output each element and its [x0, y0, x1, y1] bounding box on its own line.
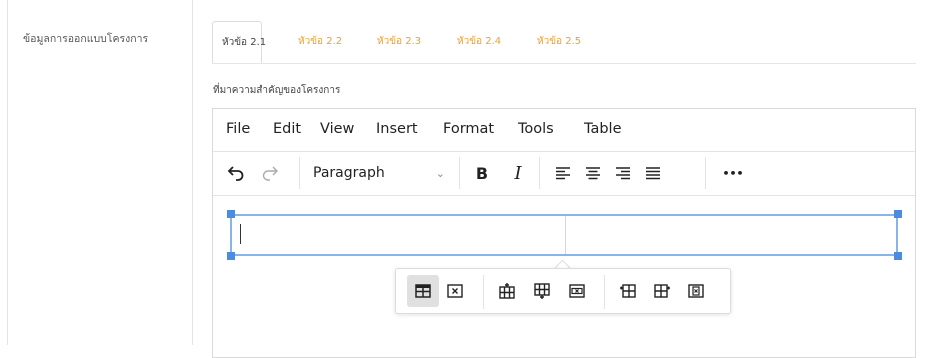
- chevron-down-icon: ⌄: [435, 166, 445, 180]
- tab-2-3[interactable]: หัวข้อ 2.3: [377, 21, 421, 63]
- topic-tabs: หัวข้อ 2.1 หัวข้อ 2.2 หัวข้อ 2.3 หัวข้อ …: [212, 21, 916, 64]
- toolbar-divider: [459, 157, 460, 189]
- column-divider: [192, 0, 193, 345]
- menu-edit[interactable]: Edit: [273, 121, 301, 137]
- text-caret: [240, 224, 241, 244]
- tab-2-5[interactable]: หัวข้อ 2.5: [537, 21, 581, 63]
- delete-row-icon[interactable]: [561, 275, 593, 307]
- align-right-icon[interactable]: [609, 151, 637, 195]
- bold-button[interactable]: B: [467, 151, 497, 195]
- menu-insert[interactable]: Insert: [376, 121, 418, 137]
- align-center-icon[interactable]: [579, 151, 607, 195]
- resize-handle-bottom-left[interactable]: [227, 252, 235, 260]
- table-context-toolbar: [395, 268, 731, 314]
- align-left-icon[interactable]: [549, 151, 577, 195]
- undo-icon[interactable]: [219, 151, 253, 195]
- toolbar-divider: [705, 157, 706, 189]
- content-table[interactable]: [230, 214, 898, 256]
- toolbar-divider: [604, 275, 605, 309]
- resize-handle-top-right[interactable]: [894, 210, 902, 218]
- toolbar-divider: [299, 157, 300, 189]
- menu-file[interactable]: File: [226, 121, 250, 137]
- align-justify-icon[interactable]: [639, 151, 667, 195]
- insert-row-before-icon[interactable]: [491, 275, 523, 307]
- tab-2-4[interactable]: หัวข้อ 2.4: [457, 21, 501, 63]
- delete-column-icon[interactable]: [680, 275, 712, 307]
- block-format-value: Paragraph: [313, 165, 385, 181]
- block-format-select[interactable]: Paragraph ⌄: [305, 151, 453, 195]
- resize-handle-bottom-right[interactable]: [894, 252, 902, 260]
- table-properties-icon[interactable]: [407, 275, 439, 307]
- insert-column-after-icon[interactable]: [646, 275, 678, 307]
- table-cell-divider: [565, 216, 566, 254]
- menu-tools[interactable]: Tools: [518, 121, 554, 137]
- menu-table[interactable]: Table: [584, 121, 622, 137]
- editor-toolbar: Paragraph ⌄ B I •••: [213, 151, 915, 196]
- menu-view[interactable]: View: [320, 121, 354, 137]
- field-label: ที่มาความสำคัญของโครงการ: [213, 85, 341, 96]
- tab-2-1[interactable]: หัวข้อ 2.1: [212, 21, 266, 63]
- delete-table-icon[interactable]: [439, 275, 471, 307]
- editor-menubar: File Edit View Insert Format Tools Table: [213, 109, 915, 152]
- more-icon[interactable]: •••: [713, 151, 753, 195]
- insert-row-after-icon[interactable]: [526, 275, 558, 307]
- menu-format[interactable]: Format: [443, 121, 494, 137]
- toolbar-divider: [483, 275, 484, 309]
- insert-column-before-icon[interactable]: [612, 275, 644, 307]
- section-label: ข้อมูลการออกแบบโครงการ: [23, 33, 149, 45]
- toolbar-divider: [539, 157, 540, 189]
- italic-button[interactable]: I: [503, 151, 533, 195]
- frame-left-border: [7, 0, 8, 345]
- redo-icon[interactable]: [253, 151, 287, 195]
- resize-handle-top-left[interactable]: [227, 210, 235, 218]
- tab-2-2[interactable]: หัวข้อ 2.2: [298, 21, 342, 63]
